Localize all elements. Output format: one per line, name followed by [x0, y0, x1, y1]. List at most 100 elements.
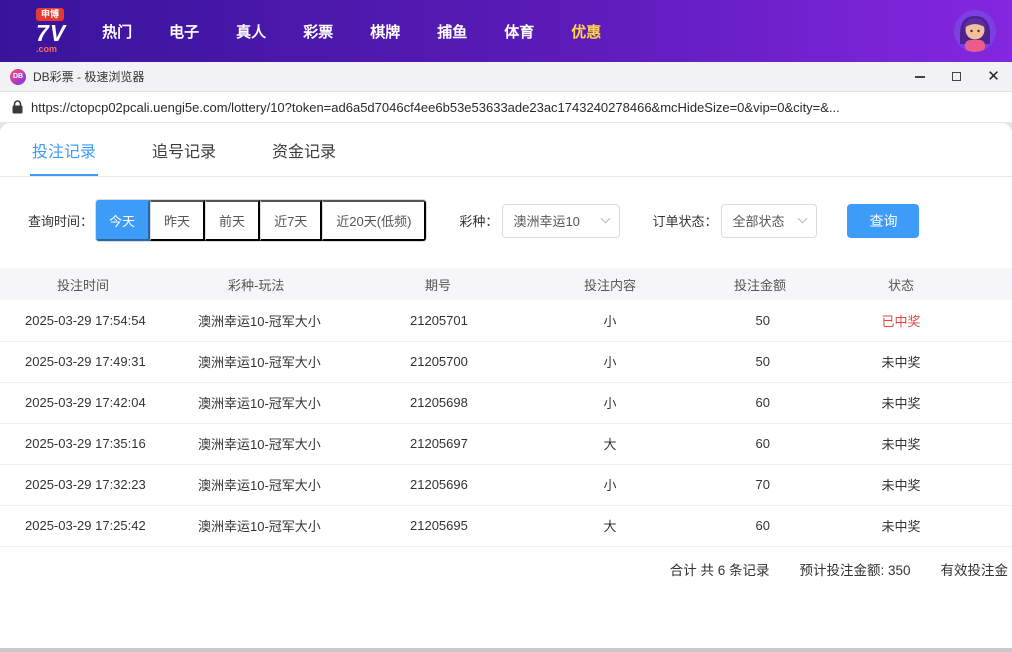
- cell-game: 澳洲幸运10-冠军大小: [190, 423, 400, 465]
- page-background: 投注记录 追号记录 资金记录 查询时间： 今天 昨天 前天 近7天 近20天(低频) 彩种：…: [0, 123, 1012, 652]
- time-filter-day-before[interactable]: 前天: [205, 200, 261, 241]
- time-filter-yesterday[interactable]: 昨天: [150, 200, 206, 241]
- table-row: 2025-03-29 17:32:23 澳洲幸运10-冠军大小 21205696 小 7…: [0, 464, 1012, 506]
- column-header: 投注金额: [690, 268, 790, 300]
- cell-game: 澳洲幸运10-冠军大小: [190, 341, 400, 383]
- cell-game: 澳洲幸运10-冠军大小: [190, 505, 400, 547]
- cell-content: 大: [530, 423, 690, 465]
- cell-content: 小: [530, 300, 690, 342]
- avatar[interactable]: [954, 10, 996, 52]
- records-tabs: 投注记录 追号记录 资金记录: [0, 123, 1012, 177]
- nav-item-fishing[interactable]: 捕鱼: [437, 21, 467, 42]
- search-button[interactable]: 查询: [847, 203, 920, 238]
- chevron-down-icon: [798, 213, 808, 224]
- tab-bet-records[interactable]: 投注记录: [30, 123, 99, 176]
- cell-game: 澳洲幸运10-冠军大小: [190, 300, 400, 342]
- nav-item-lottery[interactable]: 彩票: [303, 21, 333, 42]
- summary-bar: 合计 共 6 条记录 预计投注金额: 350 有效投注金: [0, 547, 1012, 591]
- column-header: 投注内容: [530, 268, 690, 300]
- minimize-icon: [914, 75, 925, 78]
- cell-game: 澳洲幸运10-冠军大小: [190, 382, 400, 424]
- cell-issue: 21205701: [400, 300, 530, 342]
- site-header: 申博 7V .com 热门 电子 真人 彩票 棋牌 捕鱼 体育 优惠: [0, 0, 1012, 62]
- summary-total: 合计 共 6 条记录: [669, 562, 770, 578]
- window-bottom-edge: [0, 648, 1012, 652]
- time-filter-today[interactable]: 今天: [96, 200, 151, 241]
- nav-item-slots[interactable]: 电子: [169, 21, 199, 42]
- column-header: 彩种-玩法: [190, 268, 400, 300]
- cell-issue: 21205700: [400, 341, 530, 383]
- time-filter-group: 今天 昨天 前天 近7天 近20天(低频): [95, 199, 428, 242]
- cell-time: 2025-03-29 17:42:04: [0, 382, 190, 424]
- records-panel: 投注记录 追号记录 资金记录 查询时间： 今天 昨天 前天 近7天 近20天(低频) 彩种：…: [0, 123, 1012, 652]
- nav-item-hot[interactable]: 热门: [102, 21, 132, 42]
- table-row: 2025-03-29 17:49:31 澳洲幸运10-冠军大小 21205700 小 5…: [0, 341, 1012, 383]
- cell-status: 未中奖: [790, 382, 1012, 424]
- url-text[interactable]: https://ctopcp02pcali.uengi5e.com/lotter…: [31, 100, 840, 115]
- cell-amount: 60: [690, 423, 790, 465]
- cell-time: 2025-03-29 17:49:31: [0, 341, 190, 383]
- maximize-button[interactable]: [938, 62, 975, 91]
- cell-status: 未中奖: [790, 341, 1012, 383]
- minimize-button[interactable]: [901, 62, 938, 91]
- maximize-icon: [952, 72, 961, 81]
- table-row: 2025-03-29 17:54:54 澳洲幸运10-冠军大小 21205701 小 5…: [0, 300, 1012, 342]
- cell-amount: 50: [690, 300, 790, 342]
- avatar-image: [954, 10, 996, 52]
- table-row: 2025-03-29 17:35:16 澳洲幸运10-冠军大小 21205697 大 6…: [0, 423, 1012, 465]
- browser-addressbar: https://ctopcp02pcali.uengi5e.com/lotter…: [0, 92, 1012, 123]
- window-titlebar: DB DB彩票 - 极速浏览器 ✕: [0, 62, 1012, 92]
- cell-amount: 60: [690, 505, 790, 547]
- order-status-select[interactable]: 全部状态: [721, 203, 818, 238]
- nav-item-promo[interactable]: 优惠: [571, 21, 601, 42]
- table-row: 2025-03-29 17:42:04 澳洲幸运10-冠军大小 21205698 小 6…: [0, 382, 1012, 424]
- cell-time: 2025-03-29 17:25:42: [0, 505, 190, 547]
- cell-time: 2025-03-29 17:32:23: [0, 464, 190, 506]
- logo-text: 7V: [36, 20, 67, 46]
- tab-fund-records[interactable]: 资金记录: [270, 123, 338, 176]
- cell-status: 已中奖: [790, 300, 1012, 342]
- filter-bar: 查询时间： 今天 昨天 前天 近7天 近20天(低频) 彩种： 澳洲幸运10 订单状态：…: [0, 177, 1012, 242]
- column-header: 期号: [400, 268, 530, 300]
- close-button[interactable]: ✕: [975, 62, 1012, 91]
- window-controls: ✕: [901, 62, 1012, 91]
- nav-item-live[interactable]: 真人: [236, 21, 266, 42]
- cell-issue: 21205698: [400, 382, 530, 424]
- nav-item-chess[interactable]: 棋牌: [370, 21, 400, 42]
- lottery-filter-label: 彩种：: [459, 214, 499, 229]
- cell-issue: 21205695: [400, 505, 530, 547]
- status-filter-label: 订单状态：: [652, 214, 718, 229]
- nav-item-sports[interactable]: 体育: [504, 21, 534, 42]
- bet-records-table: 投注时间 彩种-玩法 期号 投注内容 投注金额 状态 2025-03-29 17:54:5…: [0, 268, 1012, 547]
- time-filter-label: 查询时间：: [28, 214, 94, 229]
- close-icon: ✕: [987, 68, 1000, 85]
- site-logo[interactable]: 申博 7V .com: [36, 8, 66, 54]
- lock-icon: [12, 100, 23, 114]
- cell-game: 澳洲幸运10-冠军大小: [190, 464, 400, 506]
- time-filter-last20[interactable]: 近20天(低频): [322, 200, 427, 241]
- table-header-row: 投注时间 彩种-玩法 期号 投注内容 投注金额 状态: [0, 268, 1012, 300]
- order-status-value: 全部状态: [732, 214, 785, 229]
- tab-chase-records[interactable]: 追号记录: [150, 123, 218, 176]
- lottery-select[interactable]: 澳洲幸运10: [502, 203, 621, 238]
- cell-issue: 21205696: [400, 464, 530, 506]
- chevron-down-icon: [600, 213, 611, 224]
- cell-content: 小: [530, 464, 690, 506]
- logo-domain: .com: [36, 44, 58, 54]
- cell-status: 未中奖: [790, 505, 1012, 547]
- cell-amount: 50: [690, 341, 790, 383]
- cell-issue: 21205697: [400, 423, 530, 465]
- window-title: DB彩票 - 极速浏览器: [33, 70, 145, 84]
- cell-content: 小: [530, 382, 690, 424]
- main-nav: 热门 电子 真人 彩票 棋牌 捕鱼 体育 优惠: [102, 21, 601, 42]
- cell-content: 大: [530, 505, 690, 547]
- time-filter-last7[interactable]: 近7天: [260, 200, 323, 241]
- lottery-select-value: 澳洲幸运10: [513, 214, 580, 229]
- table-row: 2025-03-29 17:25:42 澳洲幸运10-冠军大小 21205695 大 6…: [0, 505, 1012, 547]
- cell-amount: 60: [690, 382, 790, 424]
- summary-valid-amount: 有效投注金: [940, 562, 1009, 578]
- column-header: 状态: [790, 268, 1012, 300]
- cell-time: 2025-03-29 17:35:16: [0, 423, 190, 465]
- cell-content: 小: [530, 341, 690, 383]
- cell-status: 未中奖: [790, 423, 1012, 465]
